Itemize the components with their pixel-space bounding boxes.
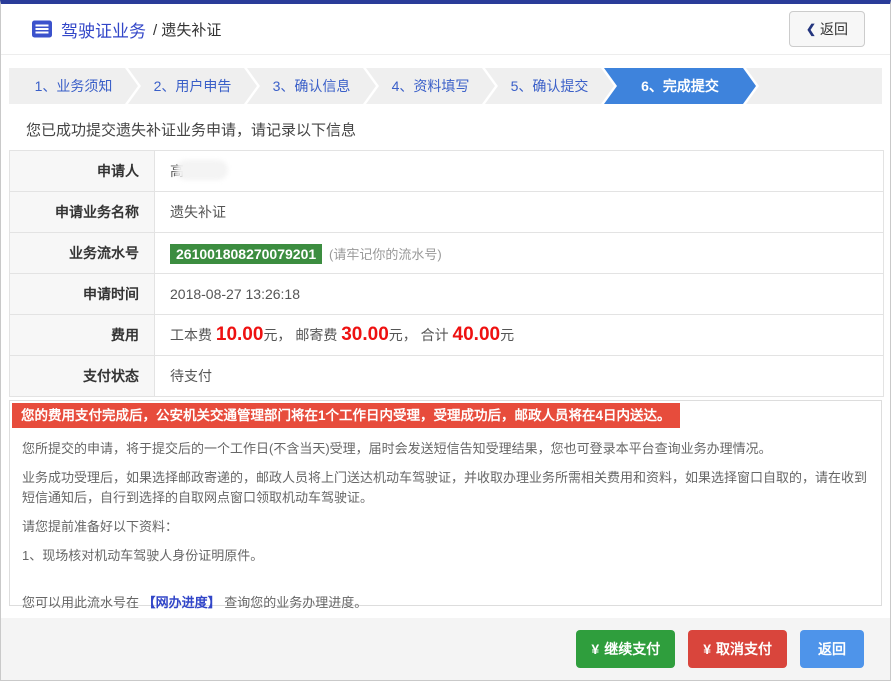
fee-text: 工本费 (170, 327, 216, 343)
yen-icon: ¥ (591, 641, 600, 657)
notice-panel: 您的费用支付完成后，公安机关交通管理部门将在1个工作日内受理，受理成功后，邮政人… (9, 400, 882, 610)
yen-icon: ¥ (703, 641, 711, 657)
page-title: 驾驶证业务 (61, 21, 146, 41)
notice-paragraph: 请您提前准备好以下资料： (22, 519, 179, 534)
continue-payment-label: 继续支付 (604, 641, 661, 657)
table-row-apply-time: 申请时间 2018-08-27 13:26:18 (9, 273, 884, 315)
breadcrumb: / 遗失补证 (153, 21, 222, 39)
apply-time-value: 2018-08-27 13:26:18 (154, 273, 884, 315)
fee-amount-total: 40.00 (452, 324, 501, 345)
application-info-table: 申请人 高 申请业务名称 遗失补证 业务流水号 2610018082700792… (9, 150, 884, 397)
list-icon (32, 20, 52, 38)
header: 驾驶证业务 / 遗失补证 ❮ 返回 (1, 4, 890, 55)
back-button[interactable]: ❮ 返回 (788, 11, 865, 47)
step-3-confirm-info[interactable]: 3、确认信息 (247, 68, 376, 104)
notice-paragraph: 您所提交的申请，将于提交后的一个工作日(不含当天)受理，届时会发送短信告知受理结… (22, 441, 772, 456)
success-message: 您已成功提交遗失补证业务申请，请记录以下信息 (26, 122, 357, 139)
row-label: 申请时间 (9, 273, 155, 315)
table-row-applicant: 申请人 高 (9, 150, 884, 192)
progress-suffix: 查询您的业务办理进度。 (220, 595, 368, 610)
footer-action-bar: ¥ 继续支付 ¥ 取消支付 返回 (1, 618, 890, 680)
table-row-payment-status: 支付状态 待支付 (9, 355, 884, 397)
row-label: 申请业务名称 (9, 191, 155, 233)
applicant-value: 高 (154, 150, 884, 192)
return-button[interactable]: 返回 (800, 630, 864, 668)
progress-query-line: 您可以用此流水号在 【网办进度】 查询您的业务办理进度。 (22, 593, 869, 613)
row-label: 费用 (9, 314, 155, 356)
progress-link[interactable]: 【网办进度】 (143, 595, 221, 610)
payment-status-value: 待支付 (154, 355, 884, 397)
step-5-confirm-submit[interactable]: 5、确认提交 (485, 68, 614, 104)
business-name-value: 遗失补证 (154, 191, 884, 233)
row-label: 业务流水号 (9, 232, 155, 274)
fee-amount-cost: 10.00 (215, 324, 264, 345)
fee-text: 元， 合计 (388, 327, 453, 343)
row-label: 申请人 (9, 150, 155, 192)
return-label: 返回 (818, 641, 846, 657)
back-button-label: 返回 (820, 21, 848, 37)
row-label: 支付状态 (9, 355, 155, 397)
serial-number-note: (请牢记你的流水号) (329, 246, 442, 262)
cancel-payment-button[interactable]: ¥ 取消支付 (688, 630, 787, 668)
serial-number-badge: 261001808270079201 (170, 243, 323, 264)
table-row-serial-number: 业务流水号 261001808270079201 (请牢记你的流水号) (9, 232, 884, 274)
notice-paragraph: 业务成功受理后，如果选择邮政寄递的，邮政人员将上门送达机动车驾驶证，并收取办理业… (22, 470, 868, 505)
serial-number-value: 261001808270079201 (请牢记你的流水号) (154, 232, 884, 274)
fee-text: 元， (263, 327, 296, 343)
step-bar-filler (746, 68, 882, 104)
fee-text: 元 (500, 327, 515, 343)
table-row-business-name: 申请业务名称 遗失补证 (9, 191, 884, 233)
continue-payment-button[interactable]: ¥ 继续支付 (576, 630, 676, 668)
page: 驾驶证业务 / 遗失补证 ❮ 返回 1、业务须知 2、用户申告 3、确认信息 4… (0, 0, 891, 681)
step-2-user-declaration[interactable]: 2、用户申告 (128, 68, 257, 104)
fee-amount-postage: 30.00 (341, 324, 389, 345)
notice-paragraph: 1、现场核对机动车驾驶人身份证明原件。 (22, 548, 264, 563)
notice-banner: 您的费用支付完成后，公安机关交通管理部门将在1个工作日内受理，受理成功后，邮政人… (12, 403, 680, 428)
redaction-blur (176, 160, 228, 181)
step-1-business-notice[interactable]: 1、业务须知 (9, 68, 138, 104)
chevron-left-icon: ❮ (805, 22, 816, 36)
progress-prefix: 您可以用此流水号在 (22, 595, 143, 610)
cancel-payment-label: 取消支付 (716, 641, 772, 657)
fee-value: 工本费 10.00元， 邮寄费 30.00元， 合计 40.00元 (154, 314, 884, 356)
step-6-complete-submit[interactable]: 6、完成提交 (604, 68, 756, 104)
step-bar: 1、业务须知 2、用户申告 3、确认信息 4、资料填写 5、确认提交 6、完成提… (9, 68, 882, 104)
notice-text: 您所提交的申请，将于提交后的一个工作日(不含当天)受理，届时会发送短信告知受理结… (10, 439, 881, 613)
table-row-fee: 费用 工本费 10.00元， 邮寄费 30.00元， 合计 40.00元 (9, 314, 884, 356)
fee-text: 邮寄费 (295, 327, 342, 343)
step-4-fill-data[interactable]: 4、资料填写 (366, 68, 495, 104)
